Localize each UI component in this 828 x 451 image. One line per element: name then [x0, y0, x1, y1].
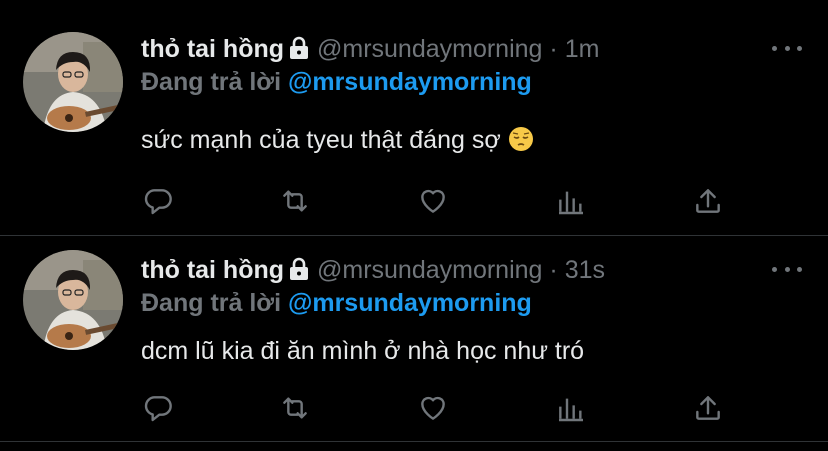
share-icon[interactable] [690, 183, 726, 219]
more-icon[interactable] [772, 259, 802, 279]
tweet-text-content: sức mạnh của tyeu thật đáng sợ [141, 126, 501, 154]
mention-link[interactable]: @mrsundaymorning [288, 289, 532, 317]
timestamp[interactable]: 1m [565, 35, 600, 63]
avatar[interactable] [23, 250, 123, 350]
analytics-icon[interactable] [553, 183, 589, 219]
replying-prefix: Đang trả lời [141, 68, 282, 96]
mention-link[interactable]: @mrsundaymorning [288, 68, 532, 96]
tweet-text: sức mạnh của tyeu thật đáng sợ [141, 125, 534, 159]
tweet-actions [140, 183, 740, 219]
reply-icon[interactable] [140, 390, 176, 426]
reply-icon[interactable] [140, 183, 176, 219]
tweet-text: dcm lũ kia đi ăn mình ở nhà học như tró [141, 336, 584, 366]
analytics-icon[interactable] [553, 390, 589, 426]
tweet[interactable]: thỏ tai hồng @mrsundaymorning · 1m Đang … [0, 0, 828, 235]
divider [0, 441, 828, 442]
display-name[interactable]: thỏ tai hồng [141, 256, 284, 284]
tweet-header: thỏ tai hồng @mrsundaymorning · 31s [141, 255, 605, 288]
tweet-actions [140, 390, 740, 426]
replying-to: Đang trả lời @mrsundaymorning [141, 288, 532, 318]
pensive-face-emoji [508, 126, 534, 159]
user-handle[interactable]: @mrsundaymorning [317, 35, 542, 63]
replying-prefix: Đang trả lời [141, 289, 282, 317]
tweet[interactable]: thỏ tai hồng @mrsundaymorning · 31s Đang… [0, 236, 828, 441]
timestamp[interactable]: 31s [565, 256, 605, 284]
lock-icon [288, 257, 310, 288]
retweet-icon[interactable] [277, 183, 313, 219]
share-icon[interactable] [690, 390, 726, 426]
tweet-text-content: dcm lũ kia đi ăn mình ở nhà học như tró [141, 337, 585, 365]
avatar[interactable] [23, 32, 123, 132]
like-icon[interactable] [415, 390, 451, 426]
separator-dot: · [549, 35, 558, 63]
separator-dot: · [549, 256, 558, 284]
replying-to: Đang trả lời @mrsundaymorning [141, 67, 532, 97]
more-icon[interactable] [772, 38, 802, 58]
lock-icon [288, 36, 310, 67]
retweet-icon[interactable] [277, 390, 313, 426]
user-handle[interactable]: @mrsundaymorning [317, 256, 542, 284]
like-icon[interactable] [415, 183, 451, 219]
display-name[interactable]: thỏ tai hồng [141, 35, 284, 63]
tweet-header: thỏ tai hồng @mrsundaymorning · 1m [141, 34, 599, 67]
